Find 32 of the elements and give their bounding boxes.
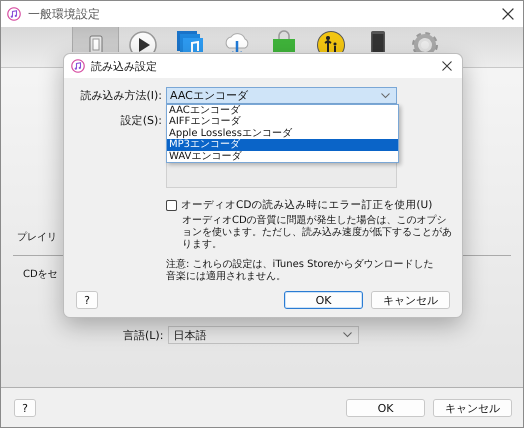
- dialog-title: 読み込み設定: [91, 58, 158, 74]
- music-app-icon: [71, 59, 85, 73]
- cd-label: CDをセ: [23, 268, 58, 281]
- caret-icon: [381, 92, 390, 98]
- ok-button[interactable]: OK: [346, 399, 425, 417]
- dropdown-option[interactable]: Apple Losslessエンコーダ: [167, 128, 398, 140]
- close-icon[interactable]: [442, 61, 452, 71]
- language-dropdown[interactable]: 日本語: [168, 326, 360, 344]
- close-icon[interactable]: [502, 8, 514, 20]
- cancel-button[interactable]: キャンセル: [433, 399, 512, 417]
- parental-icon: [316, 30, 346, 52]
- import-method-label: 読み込み方法(I):: [79, 88, 162, 104]
- caret-icon: [343, 332, 352, 338]
- option-description: オーディオCDの音質に問題が発生した場合は、このオプションを使います。ただし、読み込み速度が低下することがあります。: [182, 215, 453, 251]
- note-text: 注意: これらの設定は、iTunes Storeからダウンロードした音楽には適用されません。: [166, 259, 435, 283]
- window-title: 一般環境設定: [28, 6, 101, 22]
- dropdown-value: 日本語: [173, 328, 206, 342]
- playlist-label: プレイリ: [17, 230, 57, 244]
- help-button[interactable]: ?: [76, 291, 98, 309]
- checkbox-label: オーディオCDの読み込み時にエラー訂正を使用(U): [181, 198, 432, 212]
- dropdown-value: AACエンコーダ: [170, 88, 248, 103]
- dropdown-option[interactable]: WAVエンコーダ: [167, 150, 398, 162]
- settings-label: 設定(S):: [120, 113, 162, 129]
- checkbox[interactable]: [166, 200, 177, 210]
- music-app-icon: [7, 7, 21, 21]
- language-label: 言語(L):: [123, 328, 164, 342]
- dropdown-option[interactable]: AACエンコーダ: [167, 105, 398, 116]
- cancel-button[interactable]: キャンセル: [371, 291, 450, 309]
- dropdown-option[interactable]: AIFFエンコーダ: [167, 116, 398, 128]
- dropdown-option[interactable]: MP3エンコーダ: [167, 139, 398, 151]
- ok-button[interactable]: OK: [284, 291, 363, 309]
- help-button[interactable]: ?: [14, 399, 36, 417]
